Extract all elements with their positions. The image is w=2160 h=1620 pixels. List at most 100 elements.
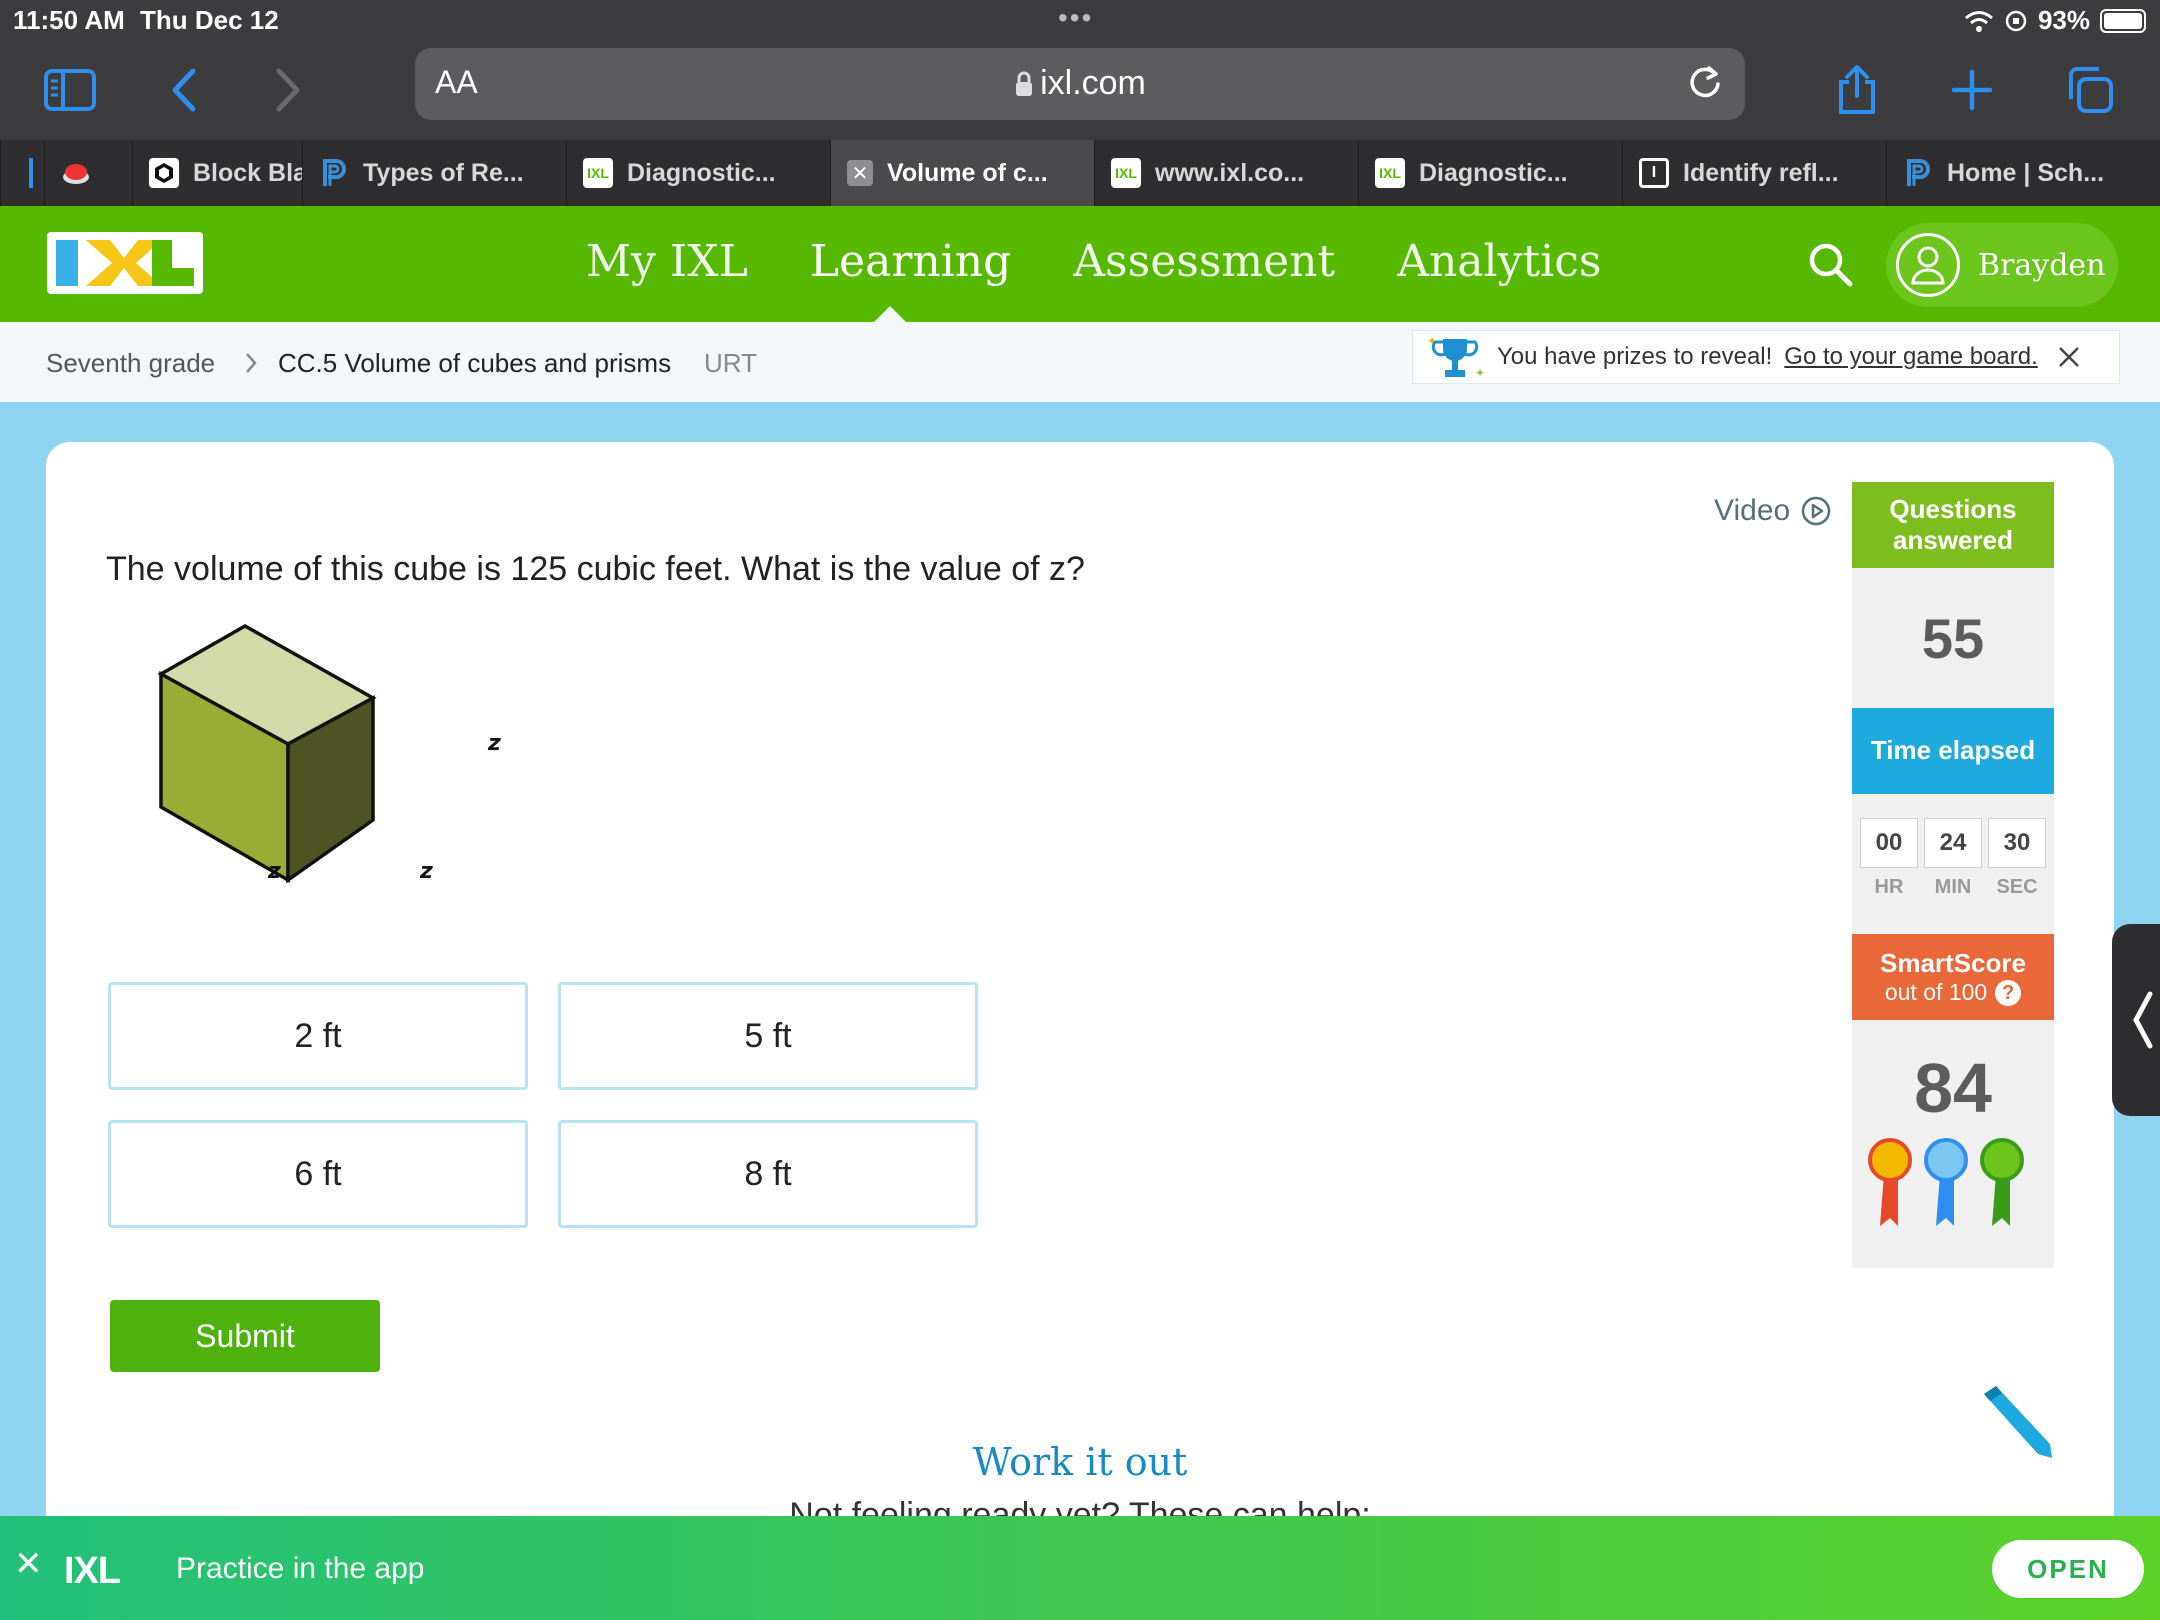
red-button-icon	[61, 158, 91, 188]
back-icon[interactable]	[152, 58, 216, 122]
timer-minutes: 24	[1924, 818, 1982, 868]
tab-label: Diagnostic...	[627, 158, 776, 187]
ixl-logo-icon	[56, 240, 194, 286]
breadcrumb-grade[interactable]: Seventh grade	[46, 348, 215, 379]
sidebar-toggle-icon[interactable]	[38, 58, 102, 122]
smartscore-header: SmartScore out of 100 ?	[1852, 934, 2054, 1020]
close-icon[interactable]	[2058, 346, 2080, 368]
stats-sidebar: Questions answered 55 Time elapsed 00 24…	[1852, 482, 2054, 1268]
user-menu-button[interactable]: Brayden	[1886, 223, 2118, 307]
chevron-left-icon	[2133, 991, 2153, 1049]
tab-3[interactable]: Block Bla	[132, 140, 302, 206]
user-name: Brayden	[1978, 247, 2106, 283]
status-bar: 11:50 AM Thu Dec 12 ••• 93%	[0, 0, 2160, 40]
tab-label: Volume of c...	[887, 158, 1048, 187]
address-bar[interactable]: AA ixl.com	[415, 48, 1745, 120]
questions-answered-value: 55	[1852, 568, 2054, 708]
nav-assessment[interactable]: Assessment	[1073, 236, 1335, 287]
app-banner: ✕ IXL Practice in the app OPEN	[0, 1516, 2160, 1620]
svg-text:✦: ✦	[1475, 366, 1485, 380]
lock-icon	[1016, 71, 1033, 96]
tab-2[interactable]	[44, 140, 132, 206]
tab-5[interactable]: IXL Diagnostic...	[566, 140, 830, 206]
close-banner-icon[interactable]: ✕	[14, 1544, 43, 1584]
answer-choice[interactable]: 8 ft	[558, 1120, 978, 1228]
tab-4[interactable]: Types of Re...	[302, 140, 566, 206]
search-icon[interactable]	[1806, 240, 1854, 293]
wifi-icon	[1964, 10, 1993, 32]
tab-1[interactable]	[0, 140, 44, 206]
tab-label: Types of Re...	[363, 158, 524, 187]
tab-7[interactable]: IXL www.ixl.co...	[1094, 140, 1358, 206]
answer-choice[interactable]: 5 ft	[558, 982, 978, 1090]
battery-icon	[2100, 8, 2146, 33]
avatar-icon	[1896, 233, 1960, 297]
prize-text: You have prizes to reveal!	[1497, 343, 1773, 370]
tab-label: Identify refl...	[1683, 158, 1839, 187]
help-icon[interactable]: ?	[1995, 979, 2022, 1006]
status-date: Thu Dec 12	[140, 5, 279, 35]
nav-analytics[interactable]: Analytics	[1397, 236, 1601, 287]
nav-active-caret	[874, 306, 906, 322]
tab-label: Home | Sch...	[1947, 158, 2105, 187]
smartscore-body: 84	[1852, 1020, 2054, 1268]
orientation-lock-icon	[2005, 10, 2027, 31]
new-tab-icon[interactable]	[1940, 58, 2004, 122]
question-text: The volume of this cube is 125 cubic fee…	[106, 550, 1085, 588]
cube-icon	[149, 158, 179, 188]
ixl-logo[interactable]	[47, 232, 203, 294]
nav-learning[interactable]: Learning	[810, 236, 1011, 287]
close-tab-icon[interactable]: ✕	[847, 160, 873, 186]
battery-percent: 93%	[2037, 5, 2090, 35]
timer-seconds: 30	[1988, 818, 2046, 868]
timer: 00 24 30 HR MIN SEC	[1852, 794, 2054, 934]
breadcrumb: Seventh grade CC.5 Volume of cubes and p…	[0, 322, 2160, 402]
work-it-out-heading: Work it out	[972, 1440, 1188, 1484]
tab-10[interactable]: Home | Sch...	[1886, 140, 2150, 206]
tab-strip: Block Bla Types of Re... IXL Diagnostic.…	[0, 140, 2160, 206]
side-panel-handle[interactable]	[2112, 924, 2160, 1116]
main-nav: My IXL Learning Assessment Analytics	[586, 236, 1601, 287]
banner-text: Practice in the app	[176, 1552, 425, 1585]
forward-icon[interactable]	[256, 58, 320, 122]
timer-seconds-label: SEC	[1996, 876, 2038, 898]
reload-icon[interactable]	[1685, 62, 1725, 102]
prize-banner: ✦ ✦ You have prizes to reveal! Go to your…	[1412, 330, 2120, 384]
ixl-favicon-icon: IXL	[1375, 158, 1405, 188]
tab-9[interactable]: I Identify refl...	[1622, 140, 1886, 206]
status-time: 11:50 AM	[13, 5, 125, 35]
ixl-banner-logo: IXL	[64, 1550, 121, 1592]
tabs-overview-icon[interactable]	[2058, 58, 2122, 122]
p-logo-icon	[1903, 158, 1933, 188]
submit-button[interactable]: Submit	[110, 1300, 380, 1372]
cube-label-height: z	[487, 731, 501, 756]
answer-choice[interactable]: 6 ft	[108, 1120, 528, 1228]
video-link[interactable]: Video	[1714, 494, 1832, 528]
multitask-dots-icon[interactable]: •••	[1058, 2, 1093, 34]
tab-8[interactable]: IXL Diagnostic...	[1358, 140, 1622, 206]
breadcrumb-skill: CC.5 Volume of cubes and prisms	[278, 348, 672, 378]
i-box-icon: I	[1639, 158, 1669, 188]
share-icon[interactable]	[1825, 58, 1889, 122]
cube-label-depth: z	[419, 859, 433, 884]
open-app-button[interactable]: OPEN	[1992, 1540, 2144, 1598]
play-circle-icon	[1801, 496, 1831, 526]
ixl-header: My IXL Learning Assessment Analytics Bra…	[0, 206, 2160, 322]
cube-diagram: z z z	[157, 623, 501, 884]
time-elapsed-label: Time elapsed	[1852, 708, 2054, 794]
p-logo-icon	[319, 158, 349, 188]
smartscore-label: SmartScore	[1880, 947, 2026, 978]
answer-choice[interactable]: 2 ft	[108, 982, 528, 1090]
award-ribbons-icon	[1868, 1138, 2024, 1226]
blue-bar-icon	[17, 158, 44, 188]
tab-active[interactable]: ✕ Volume of c...	[830, 140, 1094, 206]
cube-label-width: z	[267, 859, 281, 884]
skill-code: URT	[704, 348, 757, 378]
timer-hours: 00	[1860, 818, 1918, 868]
nav-my-ixl[interactable]: My IXL	[586, 236, 748, 287]
timer-minutes-label: MIN	[1934, 876, 1972, 898]
url-text: ixl.com	[415, 64, 1745, 103]
game-board-link[interactable]: Go to your game board.	[1784, 343, 2037, 371]
chevron-right-icon	[246, 353, 257, 373]
smartscore-subtitle: out of 100	[1884, 978, 1988, 1005]
